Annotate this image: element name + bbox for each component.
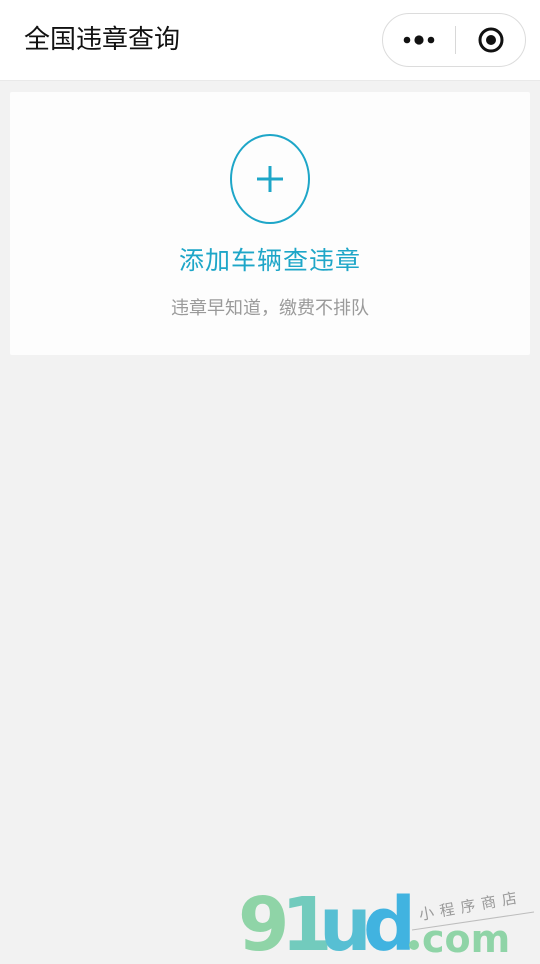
svg-text:d: d	[363, 882, 413, 960]
close-button[interactable]	[456, 14, 526, 66]
mini-program-capsule	[382, 13, 526, 67]
svg-text:9: 9	[238, 882, 287, 960]
more-dots-icon	[403, 35, 435, 45]
svg-text:u: u	[319, 882, 369, 960]
target-close-icon	[478, 27, 504, 53]
add-vehicle-button[interactable]	[230, 134, 310, 224]
plus-circle-icon	[230, 134, 310, 224]
add-vehicle-subtitle: 违章早知道，缴费不排队	[171, 298, 369, 319]
add-vehicle-card: 添加车辆查违章 违章早知道，缴费不排队	[10, 92, 530, 355]
more-button[interactable]	[383, 14, 455, 66]
add-vehicle-label[interactable]: 添加车辆查违章	[10, 244, 530, 278]
top-bar: 全国违章查询	[0, 0, 540, 81]
svg-text:com: com	[422, 917, 510, 960]
page-title: 全国违章查询	[24, 25, 181, 55]
watermark-logo: 9 1 u d com 小程序商店	[236, 880, 536, 964]
